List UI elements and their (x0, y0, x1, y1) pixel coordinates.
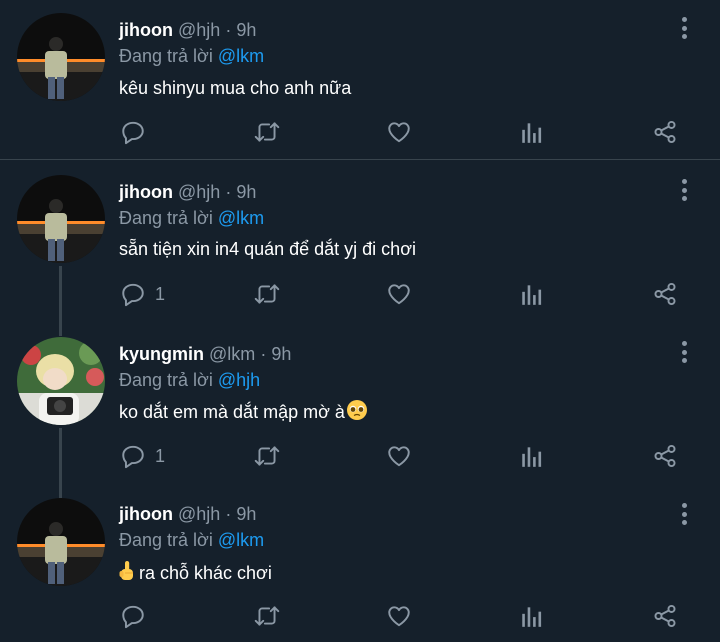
share-icon (654, 282, 676, 306)
replying-to: Đang trả lời @lkm (119, 45, 264, 67)
reply-icon (122, 445, 144, 469)
tweet-header: jihoon @hjh · 9h (119, 503, 256, 525)
display-name[interactable]: jihoon (119, 504, 173, 524)
retweet-icon (254, 606, 280, 626)
reply-button[interactable] (120, 117, 155, 147)
timestamp[interactable]: 9h (271, 344, 291, 364)
replying-to: Đang trả lời @lkm (119, 529, 264, 551)
like-button[interactable] (386, 441, 412, 471)
retweet-button[interactable] (253, 117, 281, 147)
reply-count: 1 (155, 445, 166, 466)
analytics-button[interactable] (520, 441, 544, 471)
replying-to-label: Đang trả lời (119, 208, 213, 228)
mention-link[interactable]: @hjh (218, 370, 260, 390)
more-icon[interactable] (676, 179, 692, 207)
tweet-actions (0, 601, 720, 631)
like-icon (388, 606, 410, 627)
reply-button[interactable]: 1 (120, 441, 165, 471)
share-button[interactable] (652, 601, 678, 631)
like-icon (388, 122, 410, 143)
tweet-header: jihoon @hjh · 9h (119, 19, 256, 41)
share-icon (654, 604, 676, 628)
user-handle[interactable]: @hjh (178, 504, 220, 524)
retweet-icon (254, 446, 280, 466)
retweet-button[interactable] (253, 601, 281, 631)
replying-to: Đang trả lời @lkm (119, 207, 264, 229)
reply-icon (122, 605, 144, 629)
share-icon (654, 120, 676, 144)
analytics-button[interactable] (520, 601, 544, 631)
display-name[interactable]: jihoon (119, 20, 173, 40)
tweet-text-row: ra chỗ khác chơi (119, 560, 272, 585)
tweet-text: ra chỗ khác chơi (139, 563, 272, 583)
middle-finger-emoji (119, 561, 133, 580)
separator-dot: · (225, 182, 232, 202)
like-button[interactable] (386, 601, 412, 631)
tweet-text-row: ko dắt em mà dắt mập mờ à (119, 399, 368, 424)
like-button[interactable] (386, 279, 412, 309)
replying-to-label: Đang trả lời (119, 530, 213, 550)
retweet-button[interactable] (253, 279, 281, 309)
share-button[interactable] (652, 117, 678, 147)
retweet-button[interactable] (253, 441, 281, 471)
replying-to-label: Đang trả lời (119, 370, 213, 390)
separator-dot: · (225, 20, 232, 40)
timestamp[interactable]: 9h (236, 182, 256, 202)
avatar[interactable] (17, 498, 105, 586)
retweet-icon (254, 122, 280, 142)
tweet-actions (0, 117, 720, 147)
separator-dot: · (225, 504, 232, 524)
mention-link[interactable]: @lkm (218, 530, 264, 550)
tweet[interactable]: jihoon @hjh · 9h Đang trả lời @lkm ra ch… (0, 484, 720, 642)
reply-button[interactable] (120, 601, 155, 631)
pleading-face-emoji (346, 400, 367, 420)
tweet-text: kêu shinyu mua cho anh nữa (119, 78, 352, 98)
more-icon[interactable] (676, 341, 692, 369)
tweet-header: kyungmin @lkm · 9h (119, 343, 291, 365)
avatar[interactable] (17, 337, 105, 425)
separator-dot: · (260, 344, 267, 364)
user-handle[interactable]: @hjh (178, 182, 220, 202)
tweet-header: jihoon @hjh · 9h (119, 181, 256, 203)
avatar[interactable] (17, 13, 105, 101)
analytics-icon (522, 123, 542, 143)
analytics-icon (522, 607, 542, 627)
timestamp[interactable]: 9h (236, 504, 256, 524)
tweet[interactable]: jihoon @hjh · 9h Đang trả lời @lkm kêu s… (0, 0, 720, 159)
mention-link[interactable]: @lkm (218, 208, 264, 228)
like-button[interactable] (386, 117, 412, 147)
analytics-icon (522, 447, 542, 467)
tweet[interactable]: jihoon @hjh · 9h Đang trả lời @lkm sẵn t… (0, 160, 720, 322)
analytics-button[interactable] (520, 117, 544, 147)
share-button[interactable] (652, 279, 678, 309)
reply-button[interactable]: 1 (120, 279, 165, 309)
like-icon (388, 446, 410, 467)
retweet-icon (254, 284, 280, 304)
analytics-button[interactable] (520, 279, 544, 309)
tweet-actions: 1 (0, 441, 720, 471)
like-icon (388, 284, 410, 305)
tweet-text: sẵn tiện xin in4 quán để dắt yj đi chơi (119, 239, 416, 259)
tweet[interactable]: kyungmin @lkm · 9h Đang trả lời @hjh ko … (0, 322, 720, 484)
share-button[interactable] (652, 441, 678, 471)
tweet-text: ko dắt em mà dắt mập mờ à (119, 402, 345, 422)
tweet-actions: 1 (0, 279, 720, 309)
timestamp[interactable]: 9h (236, 20, 256, 40)
replying-to-label: Đang trả lời (119, 46, 213, 66)
reply-icon (122, 283, 144, 307)
share-icon (654, 444, 676, 468)
replying-to: Đang trả lời @hjh (119, 369, 260, 391)
user-handle[interactable]: @lkm (209, 344, 255, 364)
reply-icon (122, 121, 144, 145)
more-icon[interactable] (676, 503, 692, 531)
avatar[interactable] (17, 175, 105, 263)
analytics-icon (522, 285, 542, 305)
more-icon[interactable] (676, 17, 692, 45)
mention-link[interactable]: @lkm (218, 46, 264, 66)
reply-count: 1 (155, 283, 166, 304)
display-name[interactable]: jihoon (119, 182, 173, 202)
user-handle[interactable]: @hjh (178, 20, 220, 40)
display-name[interactable]: kyungmin (119, 344, 204, 364)
